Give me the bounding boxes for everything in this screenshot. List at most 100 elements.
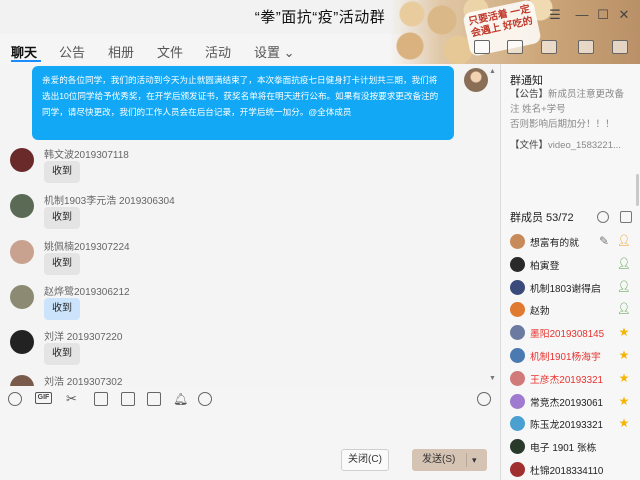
emoji-icon[interactable] (8, 392, 22, 406)
scroll-up-icon[interactable]: ▲ (489, 68, 496, 75)
scissors-icon[interactable]: ✂ (66, 392, 80, 406)
avatar[interactable] (510, 393, 525, 409)
avatar[interactable] (510, 279, 525, 295)
window-title: “拳”面抗“疫”活动群 (254, 9, 386, 26)
group-notice-body[interactable]: 【公告】新成员注意更改备 注 姓名+学号 否则影响后期加分！！！ (510, 87, 636, 132)
member-name: 赵勃 (530, 306, 550, 318)
avatar[interactable] (510, 325, 525, 341)
person-icon: 👤︎ (617, 303, 631, 316)
send-button[interactable]: 发送(S) ▾ (412, 449, 487, 471)
star-icon: ★ (618, 393, 630, 408)
person-icon: 👤︎ (617, 257, 631, 270)
notice-tag: 【公告】 (510, 89, 549, 100)
more-icon[interactable]: ☰ (546, 6, 564, 24)
maximize-icon[interactable]: ☐ (594, 6, 612, 24)
screen-share-icon[interactable] (541, 40, 557, 54)
member-row[interactable]: 机制1803谢得启 👤︎ (501, 276, 640, 298)
avatar[interactable] (10, 285, 34, 309)
avatar[interactable] (510, 256, 525, 272)
more-tools-icon[interactable] (198, 392, 212, 406)
notice-line: 否则影响后期加分！！！ (510, 119, 615, 130)
person-icon: 👤︎ (617, 280, 631, 293)
avatar[interactable] (10, 148, 34, 172)
group-notice-title[interactable]: 群通知 (510, 72, 543, 88)
star-icon: ★ (618, 325, 630, 340)
avatar[interactable] (10, 194, 34, 218)
member-name: 机制1901杨海宇 (530, 352, 601, 363)
chat-message: 刘浩 2019307302 (0, 373, 500, 386)
message-bubble: 收到 (44, 161, 80, 183)
chat-message: 机制1903李元浩 2019306304 收到 (0, 192, 500, 238)
image-icon[interactable] (147, 392, 161, 406)
sender-name[interactable]: 姚佩楠2019307224 (44, 238, 130, 253)
avatar[interactable] (10, 375, 34, 386)
member-row[interactable]: 电子 1901 张栋 (501, 435, 640, 457)
member-row[interactable]: 杜锦2018334110 (501, 458, 640, 480)
minimize-icon[interactable]: — (573, 6, 591, 24)
qq-group-chat-window: “拳”面抗“疫”活动群 只要活着 一定会遇上 好吃的 ☰ — ☐ ✕ 聊天 公告… (0, 0, 640, 480)
member-name: 墨阳2019308145 (530, 329, 605, 341)
sender-name[interactable]: 刘洋 2019307220 (44, 328, 122, 343)
more-apps-icon[interactable] (612, 40, 628, 54)
send-options-icon[interactable]: ▾ (472, 449, 477, 471)
message-bubble: 收到 (44, 298, 80, 320)
edit-icon[interactable]: ✎ (597, 234, 611, 248)
message-bubble: 收到 (44, 253, 80, 275)
member-row[interactable]: 柏寅登 👤︎ (501, 253, 640, 275)
member-row[interactable]: 赵勃 👤︎ (501, 298, 640, 320)
avatar[interactable] (510, 439, 525, 455)
group-file-entry[interactable]: 【文件】video_1583221... (510, 137, 621, 151)
video-call-icon[interactable] (507, 40, 523, 54)
member-row[interactable]: 陈玉龙20193321 ★ (501, 412, 640, 434)
notice-line: 注 姓名+学号 (510, 104, 566, 115)
avatar[interactable] (510, 302, 525, 318)
history-clock-icon[interactable] (477, 392, 491, 406)
tab-files[interactable]: 文件 (157, 42, 183, 61)
member-name: 机制1803谢得启 (530, 283, 601, 295)
chat-message-area[interactable]: 亲爱的各位同学，我们的活动到今天为止就圆满结束了，本次拳面抗疫七日健身打卡计划共… (0, 64, 500, 386)
scroll-down-icon[interactable]: ▼ (489, 375, 496, 382)
file-tag: 【文件】 (510, 140, 549, 151)
tab-settings[interactable]: 设置 ⌄ (254, 42, 295, 61)
sender-name[interactable]: 刘浩 2019307302 (44, 373, 122, 386)
tab-chat[interactable]: 聊天 (11, 42, 37, 61)
red-packet-icon[interactable] (121, 392, 135, 406)
add-member-icon[interactable] (620, 211, 632, 223)
avatar[interactable] (10, 240, 34, 264)
chat-message: 刘洋 2019307220 收到 (0, 328, 500, 374)
close-icon[interactable]: ✕ (615, 6, 633, 24)
avatar[interactable] (510, 370, 525, 386)
member-row[interactable]: 王彦杰20193321 ★ (501, 367, 640, 389)
member-row[interactable]: 常竞杰20193061 ★ (501, 390, 640, 412)
tab-announcement[interactable]: 公告 (59, 42, 85, 61)
sender-name[interactable]: 机制1903李元浩 2019306304 (44, 192, 175, 207)
avatar[interactable] (510, 234, 525, 249)
group-app-icon[interactable] (578, 40, 594, 54)
sender-name[interactable]: 韩文波2019307118 (44, 146, 129, 161)
phone-call-icon[interactable] (474, 40, 490, 54)
avatar[interactable] (510, 462, 525, 477)
avatar[interactable] (10, 330, 34, 354)
person-icon: 👤︎ (617, 235, 631, 247)
member-row[interactable]: 机制1901杨海宇 ★ (501, 344, 640, 366)
tab-album[interactable]: 相册 (108, 42, 134, 61)
gif-icon[interactable]: GIF (35, 392, 52, 404)
sender-name[interactable]: 赵烨鹭2019306212 (44, 283, 130, 298)
avatar[interactable] (464, 68, 488, 92)
member-row[interactable]: 想富有的就 👤︎ ✎ (501, 230, 640, 252)
side-scrollbar[interactable] (636, 174, 639, 206)
search-members-icon[interactable] (597, 211, 609, 223)
member-row[interactable]: 墨阳2019308145 ★ (501, 321, 640, 343)
avatar[interactable] (510, 416, 525, 432)
bell-icon[interactable]: 🔔︎ (173, 392, 188, 406)
folder-icon[interactable] (94, 392, 108, 406)
members-count: 群成员 53/72 (510, 212, 574, 224)
file-name: video_1583221... (548, 140, 621, 151)
avatar[interactable] (510, 348, 525, 363)
member-name: 王彦杰20193321 (530, 374, 603, 386)
send-button-label: 发送(S) (422, 454, 456, 465)
tab-activity[interactable]: 活动 (205, 42, 231, 61)
star-icon: ★ (618, 416, 630, 431)
close-button[interactable]: 关闭(C) (341, 449, 389, 471)
tab-bar: 聊天 公告 相册 文件 活动 设置 ⌄ (0, 34, 400, 64)
